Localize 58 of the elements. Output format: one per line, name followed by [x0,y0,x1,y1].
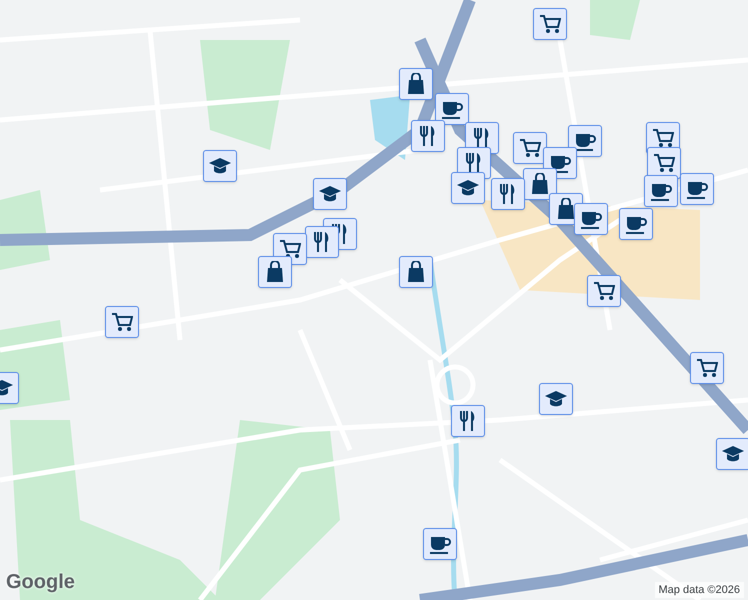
fork-knife-icon [473,127,491,149]
map-marker[interactable] [435,93,469,125]
graduation-cap-icon [544,389,568,409]
map-marker[interactable] [513,132,547,164]
coffee-cup-icon [574,131,596,151]
shopping-bag-icon [531,173,549,195]
map-marker[interactable] [574,203,608,235]
cart-icon [111,312,133,332]
shopping-bag-icon [407,73,425,95]
map-marker[interactable] [399,68,433,100]
coffee-cup-icon [650,181,672,201]
shopping-bag-icon [557,198,575,220]
map-marker[interactable] [690,352,724,384]
map-marker[interactable] [491,178,525,210]
map-marker[interactable] [539,383,573,415]
map-marker[interactable] [587,275,621,307]
cart-icon [652,128,674,148]
map-marker[interactable] [399,256,433,288]
fork-knife-icon [465,152,483,174]
coffee-cup-icon [429,534,451,554]
map-marker[interactable] [203,150,237,182]
cart-icon [519,138,541,158]
map-marker[interactable] [533,8,567,40]
map-marker[interactable] [644,175,678,207]
cart-icon [696,358,718,378]
map-marker[interactable] [105,306,139,338]
coffee-cup-icon [441,99,463,119]
fork-knife-icon [459,410,477,432]
map-marker[interactable] [451,172,485,204]
graduation-cap-icon [456,178,480,198]
map-marker[interactable] [451,405,485,437]
coffee-cup-icon [625,214,647,234]
fork-knife-icon [313,231,331,253]
map-marker[interactable] [411,120,445,152]
graduation-cap-icon [208,156,232,176]
graduation-cap-icon [721,444,745,464]
cart-icon [539,14,561,34]
fork-knife-icon [419,125,437,147]
map-marker[interactable] [305,226,339,258]
shopping-bag-icon [407,261,425,283]
map-attribution: Map data ©2026 [654,582,744,598]
coffee-cup-icon [549,153,571,173]
google-logo: Google [6,570,75,595]
shopping-bag-icon [266,261,284,283]
map-marker[interactable] [313,178,347,210]
map-marker[interactable] [423,528,457,560]
map-marker[interactable] [619,208,653,240]
map-marker[interactable] [258,256,292,288]
cart-icon [653,153,675,173]
map-marker[interactable] [680,173,714,205]
fork-knife-icon [499,183,517,205]
coffee-cup-icon [580,209,602,229]
cart-icon [593,281,615,301]
cart-icon [279,239,301,259]
graduation-cap-icon [318,184,342,204]
map-marker[interactable] [716,438,748,470]
coffee-cup-icon [686,179,708,199]
map-marker[interactable] [568,125,602,157]
